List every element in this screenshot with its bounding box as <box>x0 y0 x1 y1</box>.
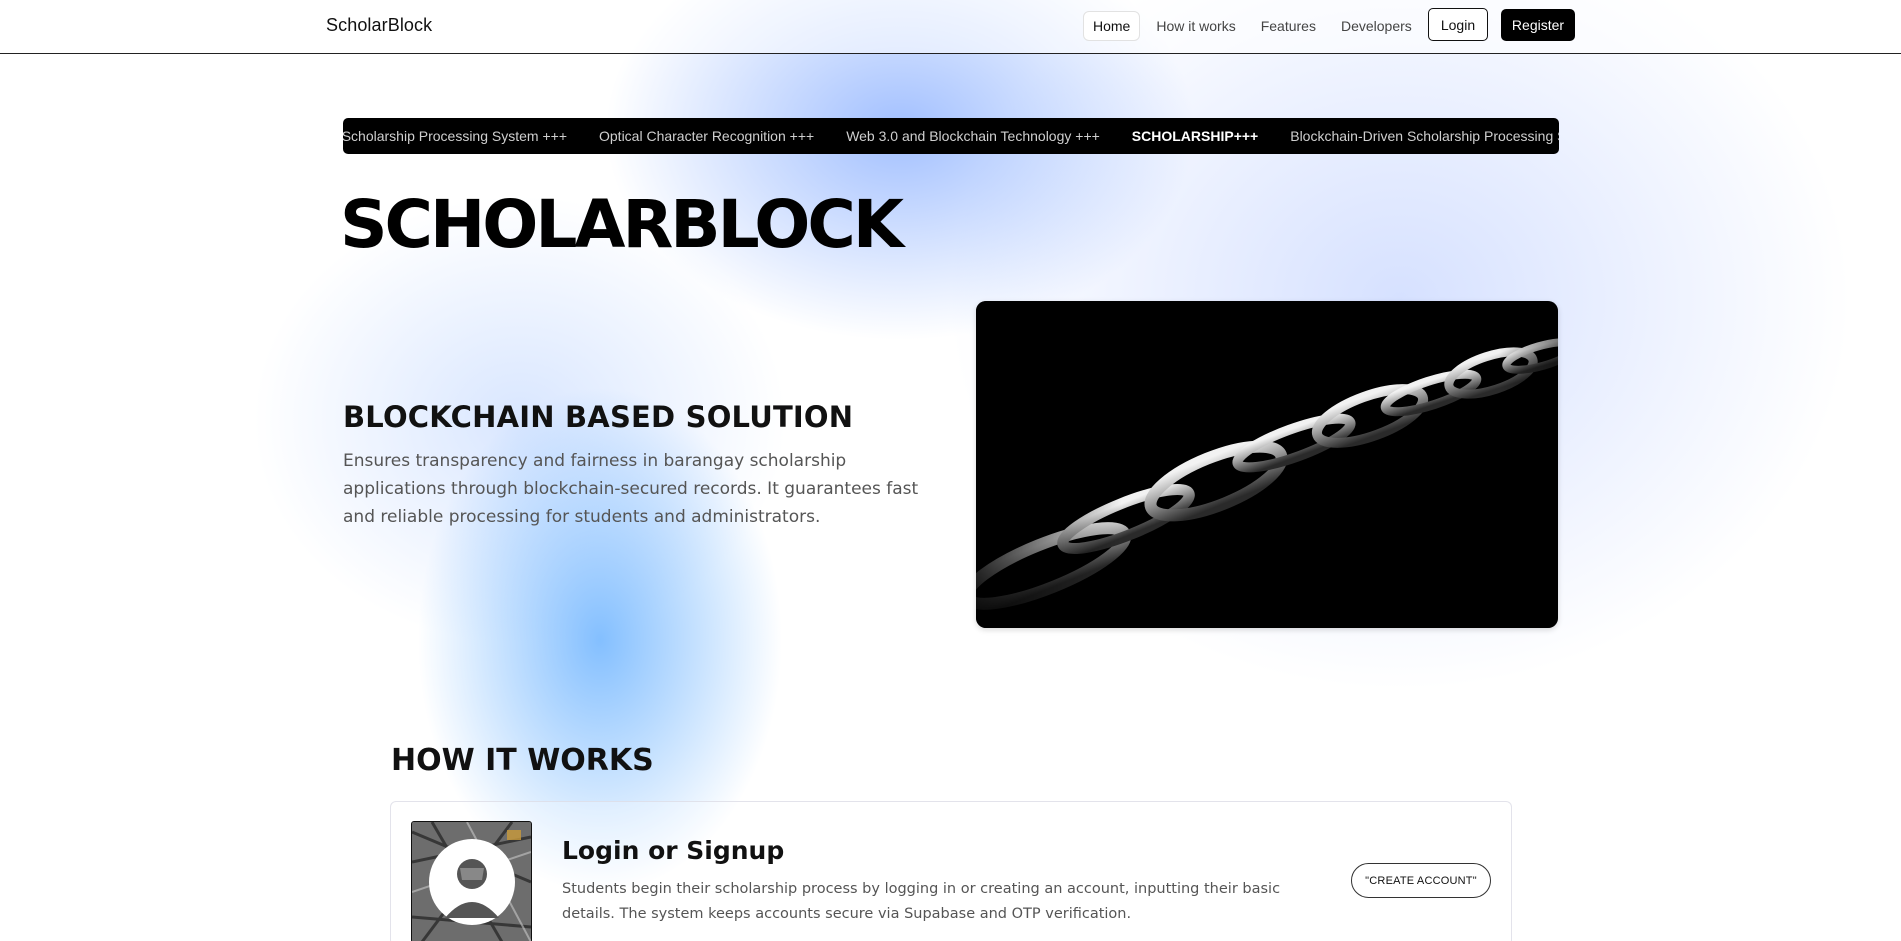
marquee-item: Blockchain-Driven Scholarship Processing… <box>343 128 567 144</box>
navbar: ScholarBlock Home How it works Features … <box>0 0 1901 54</box>
nav-link-home[interactable]: Home <box>1083 10 1141 41</box>
chain-links-graphic <box>976 301 1558 628</box>
marquee-item: Blockchain-Driven Scholarship Processing… <box>1290 128 1559 144</box>
brand-logo[interactable]: ScholarBlock <box>326 15 432 36</box>
nav-link-developers[interactable]: Developers <box>1332 11 1421 41</box>
step-description: Students begin their scholarship process… <box>562 881 1281 922</box>
marquee-item-highlight: SCHOLARSHIP+++ <box>1131 128 1259 144</box>
step-thumbnail-graphic <box>412 822 531 941</box>
user-avatar-icon <box>411 821 532 941</box>
register-button[interactable]: Register <box>1501 9 1575 41</box>
solution-description: Ensures transparency and fairness in bar… <box>343 451 919 527</box>
step-title: Login or Signup <box>562 836 785 865</box>
marquee-item: Web 3.0 and Blockchain Technology +++ <box>846 128 1100 144</box>
marquee-banner: Blockchain-Driven Scholarship Processing… <box>343 118 1559 154</box>
hero-title: SCHOLARBLOCK <box>340 186 904 263</box>
nav-link-how-it-works[interactable]: How it works <box>1147 11 1244 41</box>
create-account-button[interactable]: "CREATE ACCOUNT" <box>1351 863 1491 898</box>
nav-link-features[interactable]: Features <box>1252 11 1325 41</box>
page: ScholarBlock Home How it works Features … <box>0 0 1901 941</box>
login-button[interactable]: Login <box>1428 8 1488 41</box>
marquee-item: Optical Character Recognition +++ <box>599 128 815 144</box>
marquee-track: Blockchain-Driven Scholarship Processing… <box>343 118 1559 154</box>
how-it-works-title: HOW IT WORKS <box>391 743 654 778</box>
solution-heading: BLOCKCHAIN BASED SOLUTION <box>343 400 854 434</box>
nav-links: Home How it works Features Developers <box>1083 9 1428 42</box>
chain-links-image <box>976 301 1558 628</box>
